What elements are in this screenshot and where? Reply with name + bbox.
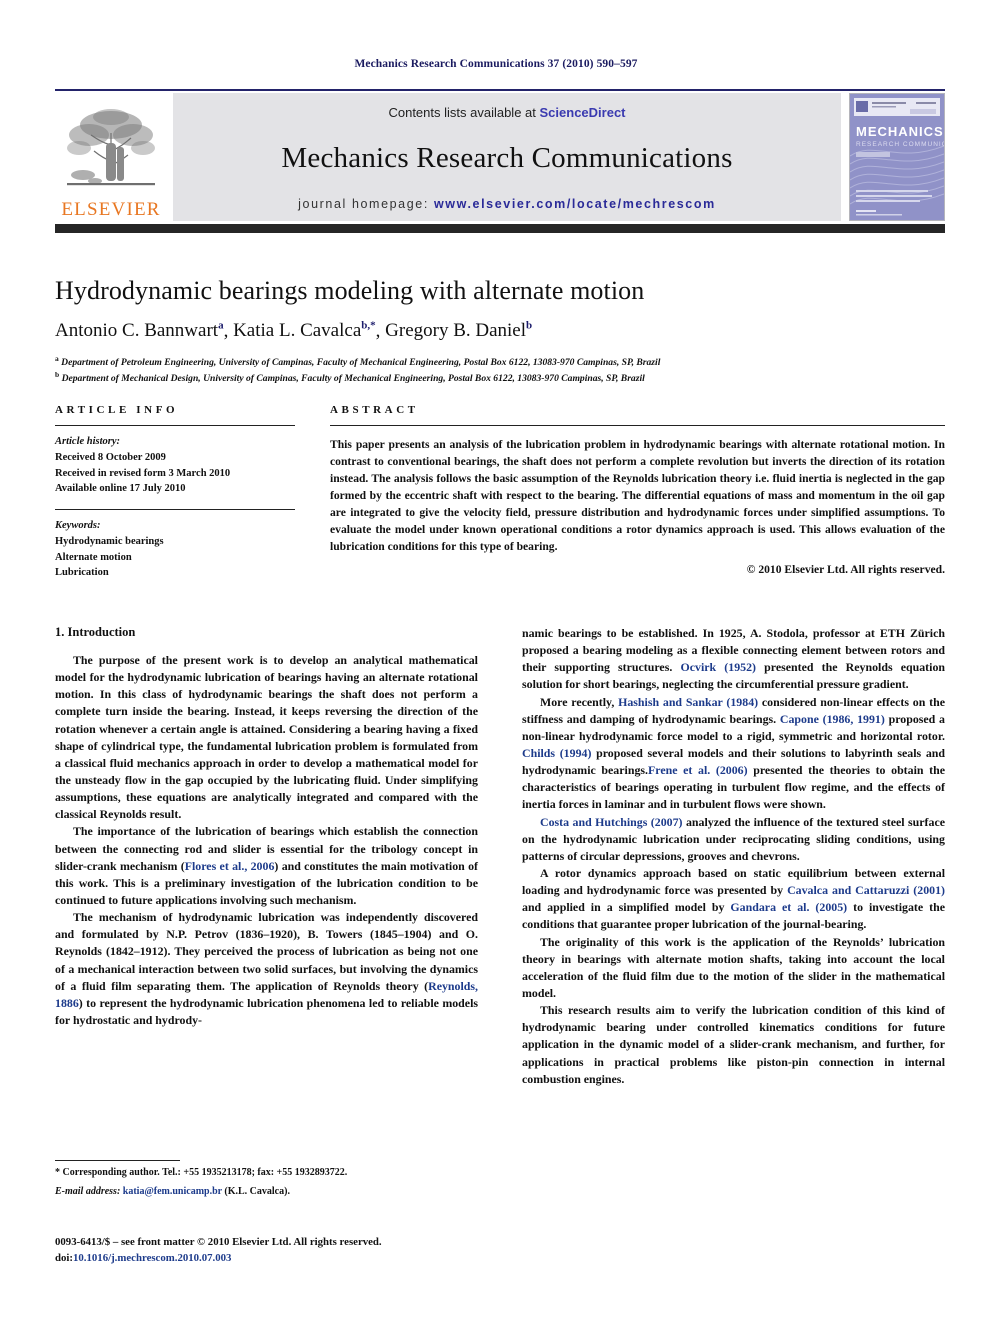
author-2: Katia L. Cavalcab,*: [233, 320, 376, 341]
keyword-1: Hydrodynamic bearings: [55, 535, 164, 547]
affiliation-a: a Department of Petroleum Engineering, U…: [55, 354, 945, 370]
keyword-3: Lubrication: [55, 567, 109, 579]
paragraph-3-part-a: The mechanism of hydrodynamic lubricatio…: [55, 910, 478, 993]
footnote-corresponding-author: * Corresponding author. Tel.: +55 193521…: [55, 1167, 348, 1178]
citation-flores-2006[interactable]: Flores et al., 2006: [185, 859, 275, 873]
abstract-column: ABSTRACT This paper presents an analysis…: [330, 404, 945, 581]
citation-costa-hutchings-2007[interactable]: Costa and Hutchings (2007): [540, 815, 683, 829]
paragraph-8: The originality of this work is the appl…: [522, 934, 945, 1000]
doi-line: doi:10.1016/j.mechrescom.2010.07.003: [55, 1250, 575, 1266]
running-head: Mechanics Research Communications 37 (20…: [354, 58, 638, 70]
citation-capone-1986-1991[interactable]: Capone (1986, 1991): [780, 712, 885, 726]
author-2-name: Katia L. Cavalca: [233, 320, 362, 342]
section-heading-introduction: 1. Introduction: [55, 625, 136, 639]
citation-ocvirk-1952[interactable]: Ocvirk (1952): [680, 660, 756, 674]
paper-page: Mechanics Research Communications 37 (20…: [0, 0, 992, 1323]
citation-cavalca-cattaruzzi-2001[interactable]: Cavalca and Cattaruzzi (2001): [787, 883, 945, 897]
citation-frene-2006[interactable]: Frene et al. (2006): [648, 763, 748, 777]
contents-available-line: Contents lists available at ScienceDirec…: [388, 105, 625, 120]
author-3-name: Gregory B. Daniel: [385, 320, 527, 342]
author-2-sup: b,*: [361, 319, 376, 332]
journal-masthead: ELSEVIER Contents lists available at Sci…: [55, 89, 945, 233]
history-item-received: Received 8 October 2009: [55, 451, 166, 463]
history-item-online: Available online 17 July 2010: [55, 483, 186, 495]
paragraph-3-part-b: ) to represent the hydrodynamic lubricat…: [55, 995, 478, 1027]
page-title: Hydrodynamic bearings modeling with alte…: [55, 276, 645, 305]
body-column-right: namic bearings to be established. In 192…: [522, 625, 945, 1088]
author-3: Gregory B. Danielb: [385, 320, 532, 341]
info-abstract-row: ARTICLE INFO Article history: Received 8…: [55, 404, 945, 581]
footnote-rule: [55, 1160, 180, 1161]
masthead-center-band: Contents lists available at ScienceDirec…: [173, 93, 841, 221]
affiliation-list: a Department of Petroleum Engineering, U…: [55, 354, 945, 386]
paragraph-7: A rotor dynamics approach based on stati…: [522, 865, 945, 934]
article-history-group: Article history: Received 8 October 2009…: [55, 434, 295, 497]
citation-hashish-sankar-1984[interactable]: Hashish and Sankar (1984): [618, 695, 758, 709]
keyword-2: Alternate motion: [55, 551, 132, 563]
homepage-prefix: journal homepage:: [298, 197, 429, 211]
journal-title: Mechanics Research Communications: [281, 142, 733, 174]
author-1: Antonio C. Bannwarta: [55, 320, 224, 341]
article-history-label: Article history:: [55, 436, 121, 447]
author-list: Antonio C. Bannwarta, Katia L. Cavalcab,…: [55, 319, 533, 342]
affiliation-a-sup: a: [55, 354, 59, 364]
email-label: E-mail address:: [55, 1186, 121, 1197]
abstract-text: This paper presents an analysis of the l…: [330, 438, 945, 554]
citation-gandara-2005[interactable]: Gandara et al. (2005): [730, 900, 847, 914]
author-3-sup: b: [526, 319, 533, 332]
doi-label: doi:: [55, 1252, 73, 1265]
abstract-copyright: © 2010 Elsevier Ltd. All rights reserved…: [746, 563, 945, 577]
paragraph-2: The importance of the lubrication of bea…: [55, 823, 478, 909]
paragraph-5-part-a: More recently,: [540, 694, 619, 709]
title-block: Hydrodynamic bearings modeling with alte…: [55, 276, 945, 386]
svg-text:RESEARCH COMMUNICATIONS: RESEARCH COMMUNICATIONS: [856, 141, 944, 148]
body-columns: 1. Introduction The purpose of the prese…: [55, 625, 945, 1088]
issn-front-matter: 0093-6413/$ – see front matter © 2010 El…: [55, 1236, 382, 1248]
cover-art: MECHANICS RESEARCH COMMUNICATIONS: [850, 94, 944, 220]
paragraph-1: The purpose of the present work is to de…: [55, 653, 478, 822]
article-info-column: ARTICLE INFO Article history: Received 8…: [55, 404, 295, 581]
article-info-heading: ARTICLE INFO: [55, 404, 179, 416]
author-1-sup: a: [218, 319, 224, 332]
svg-text:MECHANICS: MECHANICS: [856, 124, 944, 139]
footnote-block: * Corresponding author. Tel.: +55 193521…: [55, 1160, 478, 1199]
sciencedirect-link[interactable]: ScienceDirect: [540, 105, 626, 120]
journal-homepage-line: journal homepage: www.elsevier.com/locat…: [298, 197, 716, 211]
affiliation-b-text: Department of Mechanical Design, Univers…: [61, 373, 645, 385]
paragraph-7-part-b: and applied in a simplified model by: [522, 900, 731, 915]
author-1-name: Antonio C. Bannwart: [55, 320, 219, 342]
paragraph-9: This research results aim to verify the …: [522, 1003, 945, 1086]
paragraph-4: namic bearings to be established. In 192…: [522, 625, 945, 694]
abstract-rule: [330, 425, 945, 426]
keywords-label: Keywords:: [55, 520, 101, 531]
issn-block: 0093-6413/$ – see front matter © 2010 El…: [55, 1234, 575, 1266]
paragraph-5: More recently, Hashish and Sankar (1984)…: [522, 694, 945, 814]
article-info-rule: [55, 425, 295, 426]
elsevier-logo: ELSEVIER: [55, 93, 167, 221]
masthead-bottom-bar: [55, 224, 945, 233]
paragraph-3: The mechanism of hydrodynamic lubricatio…: [55, 909, 478, 1029]
email-link[interactable]: katia@fem.unicamp.br: [123, 1186, 222, 1197]
journal-cover-thumbnail: MECHANICS RESEARCH COMMUNICATIONS: [849, 93, 945, 221]
affiliation-b-sup: b: [55, 370, 60, 380]
citation-childs-1994[interactable]: Childs (1994): [522, 746, 591, 760]
paragraph-6: Costa and Hutchings (2007) analyzed the …: [522, 814, 945, 865]
homepage-url-link[interactable]: www.elsevier.com/locate/mechrescom: [434, 197, 716, 211]
keywords-group: Keywords: Hydrodynamic bearings Alternat…: [55, 518, 295, 581]
elsevier-wordmark: ELSEVIER: [61, 199, 161, 220]
affiliation-b: b Department of Mechanical Design, Unive…: [55, 370, 945, 386]
history-item-revised: Received in revised form 3 March 2010: [55, 467, 231, 479]
article-info-separator: [55, 509, 295, 510]
doi-link[interactable]: 10.1016/j.mechrescom.2010.07.003: [73, 1252, 231, 1264]
email-suffix: (K.L. Cavalca).: [224, 1186, 290, 1197]
contents-prefix: Contents lists available at: [388, 105, 536, 120]
abstract-heading: ABSTRACT: [330, 404, 419, 416]
masthead-top-rule: [55, 89, 945, 91]
footnote-email: E-mail address: katia@fem.unicamp.br (K.…: [55, 1184, 478, 1199]
elsevier-tree-icon: [67, 109, 155, 186]
body-column-left: 1. Introduction The purpose of the prese…: [55, 625, 478, 1088]
affiliation-a-text: Department of Petroleum Engineering, Uni…: [61, 357, 661, 369]
